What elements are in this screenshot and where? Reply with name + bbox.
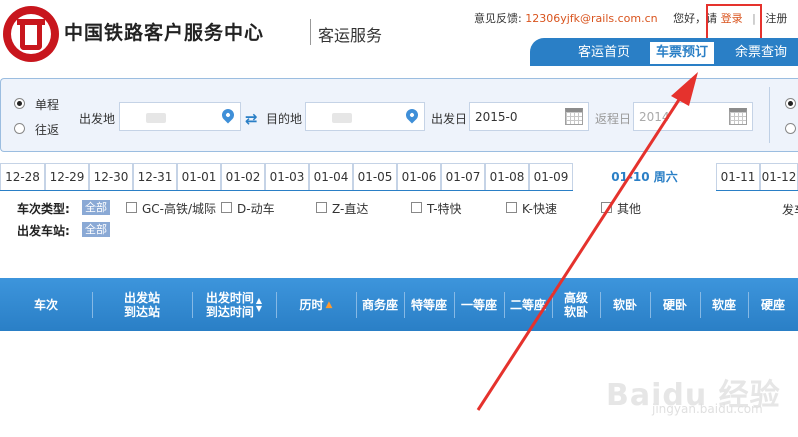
train-type-label-d: D-动车 [237, 202, 275, 216]
date-tab[interactable]: 01-08 [485, 163, 529, 190]
train-type-checkbox[interactable] [601, 202, 612, 213]
column-hard-sleeper: 硬卧 [650, 278, 700, 331]
train-type-checkbox[interactable] [506, 202, 517, 213]
search-panel: 单程 往返 出发地 ⇄ 目的地 出发日 2015-0 返程日 2014 [0, 78, 798, 152]
depart-date-label: 出发日 [431, 112, 468, 126]
column-times[interactable]: 出发时间 到达时间 ▲ ▼ [192, 278, 276, 331]
column-premium-seat: 特等座 [404, 278, 454, 331]
train-type-checkbox[interactable] [411, 202, 422, 213]
train-type-label-t: T-特快 [427, 202, 462, 216]
calendar-icon[interactable] [729, 108, 747, 125]
to-label: 目的地 [266, 112, 303, 126]
date-tab[interactable]: 12-31 [133, 163, 177, 190]
date-tab[interactable]: 01-11 [716, 163, 760, 190]
title-divider [310, 19, 311, 45]
location-pin-icon[interactable] [219, 106, 237, 124]
redacted-value [146, 113, 166, 123]
date-tab[interactable]: 01-07 [441, 163, 485, 190]
date-tab[interactable]: 12-29 [45, 163, 89, 190]
round-trip-label: 往返 [35, 123, 60, 137]
date-tab[interactable]: 12-30 [89, 163, 133, 190]
return-date-label: 返程日 [595, 112, 632, 126]
date-tab[interactable]: 01-12 [760, 163, 798, 190]
depart-filter-label-cut: 发车 [782, 203, 798, 217]
column-first-class: 一等座 [454, 278, 504, 331]
column-train-number: 车次 [33, 297, 58, 312]
column-second-class: 二等座 [504, 278, 552, 331]
from-label: 出发地 [79, 112, 116, 126]
date-tab[interactable]: 12-28 [0, 163, 45, 190]
option-radio[interactable] [785, 123, 796, 134]
results-table-header: 车次 出发站 到达站 出发时间 到达时间 ▲ ▼ 历时 ▲ 商务座 特等座 一等座… [0, 278, 798, 331]
column-stations: 出发站 到达站 [92, 278, 192, 331]
site-subtitle: 客运服务 [318, 26, 383, 45]
register-link[interactable]: 注册 [765, 10, 787, 26]
depart-station-all-button[interactable]: 全部 [82, 222, 110, 237]
column-business-seat: 商务座 [356, 278, 404, 331]
depart-date-value: 2015-0 [475, 110, 518, 124]
feedback-label: 意见反馈: [474, 12, 522, 25]
calendar-icon[interactable] [565, 108, 583, 125]
search-divider [769, 87, 770, 143]
train-type-label-gc: GC-高铁/城际 [142, 202, 217, 216]
column-duration-label: 历时 [299, 297, 324, 312]
redacted-value [332, 113, 352, 123]
round-trip-radio[interactable] [14, 123, 25, 134]
date-tab[interactable]: 01-02 [221, 163, 265, 190]
date-tab-active[interactable]: 01-10 周六 [573, 163, 716, 192]
main-nav: 客运首页 车票预订 余票查询 [530, 38, 798, 66]
nav-home[interactable]: 客运首页 [578, 42, 630, 66]
train-type-label: 车次类型: [17, 202, 70, 216]
column-soft-sleeper: 软卧 [600, 278, 650, 331]
date-tab[interactable]: 01-05 [353, 163, 397, 190]
china-railway-logo-icon[interactable] [3, 6, 59, 62]
to-station-input[interactable] [305, 102, 425, 131]
column-soft-seat: 软座 [700, 278, 748, 331]
sort-ascending-icon[interactable]: ▲ [326, 298, 333, 312]
location-pin-icon[interactable] [403, 106, 421, 124]
site-header: 中国铁路客户服务中心 客运服务 意见反馈: 12306yjfk@rails.co… [0, 0, 798, 68]
train-type-label-other: 其他 [617, 202, 642, 216]
column-hard-seat: 硬座 [748, 278, 798, 331]
nav-ticket-booking[interactable]: 车票预订 [650, 42, 715, 64]
column-duration[interactable]: 历时 ▲ [276, 278, 356, 331]
date-tab[interactable]: 01-04 [309, 163, 353, 190]
column-times-label: 出发时间 到达时间 [205, 290, 254, 319]
date-tab[interactable]: 01-03 [265, 163, 309, 190]
train-type-label-z: Z-直达 [332, 202, 369, 216]
baidu-watermark-url: jingyan.baidu.com [652, 402, 763, 416]
site-title: 中国铁路客户服务中心 [64, 22, 265, 44]
train-type-label-k: K-快速 [522, 202, 557, 216]
depart-date-input[interactable]: 2015-0 [469, 102, 589, 131]
swap-stations-icon[interactable]: ⇄ [245, 110, 258, 128]
date-tab[interactable]: 01-06 [397, 163, 441, 190]
date-tab-bar: 12-28 12-29 12-30 12-31 01-01 01-02 01-0… [0, 163, 798, 192]
train-type-checkbox[interactable] [316, 202, 327, 213]
sort-arrows-icon[interactable]: ▲ ▼ [256, 296, 262, 313]
return-date-value: 2014 [639, 110, 670, 124]
train-type-all-button[interactable]: 全部 [82, 200, 110, 215]
option-radio-checked[interactable] [785, 98, 796, 109]
train-type-checkbox[interactable] [221, 202, 232, 213]
train-type-checkbox[interactable] [126, 202, 137, 213]
date-tab[interactable]: 01-01 [177, 163, 221, 190]
from-station-input[interactable] [119, 102, 241, 131]
nav-ticket-query[interactable]: 余票查询 [735, 42, 787, 66]
return-date-input[interactable]: 2014 [633, 102, 753, 131]
column-deluxe-sleeper: 高级 软卧 [552, 278, 600, 331]
one-way-radio[interactable] [14, 98, 25, 109]
date-tab[interactable]: 01-09 [529, 163, 573, 190]
filter-panel: 车次类型: 全部 GC-高铁/城际 D-动车 Z-直达 T-特快 K-快速 其他… [0, 195, 798, 243]
depart-station-label: 出发车站: [17, 224, 70, 238]
one-way-label: 单程 [35, 98, 60, 112]
feedback-email-link[interactable]: 12306yjfk@rails.com.cn [525, 12, 657, 25]
